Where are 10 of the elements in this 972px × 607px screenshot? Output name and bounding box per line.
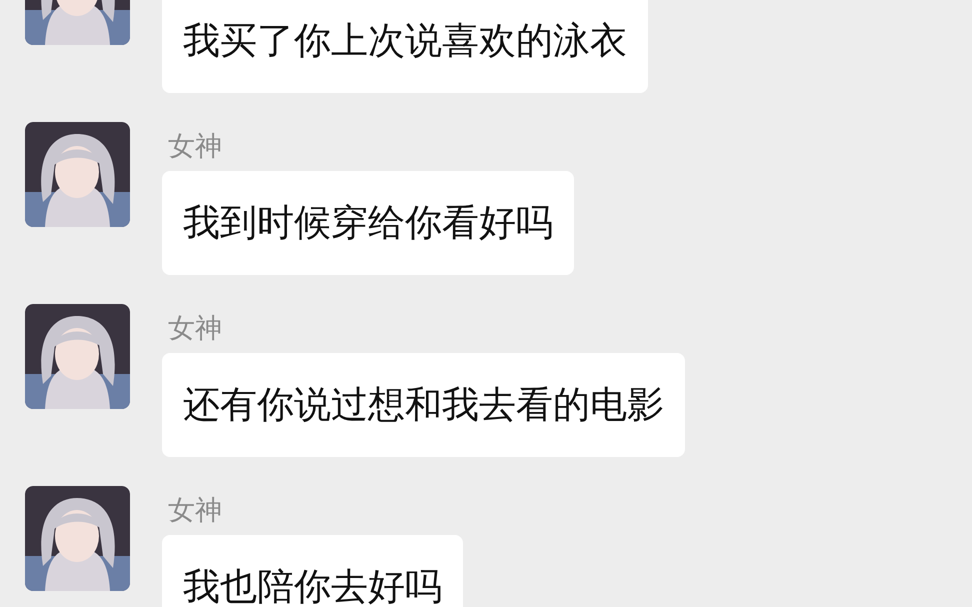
message-bubble: 我买了你上次说喜欢的泳衣: [162, 0, 648, 93]
message-bubble: 我到时候穿给你看好吗: [162, 171, 574, 275]
message-bubble: 我也陪你去好吗: [162, 535, 463, 607]
avatar-icon: [25, 486, 130, 591]
sender-name: 女神: [168, 495, 222, 526]
message-bubble: 还有你说过想和我去看的电影: [162, 353, 685, 457]
sender-name: 女神: [168, 313, 222, 344]
sender-name: 女神: [168, 131, 222, 162]
avatar-icon: [25, 122, 130, 227]
avatar-icon: [25, 304, 130, 409]
